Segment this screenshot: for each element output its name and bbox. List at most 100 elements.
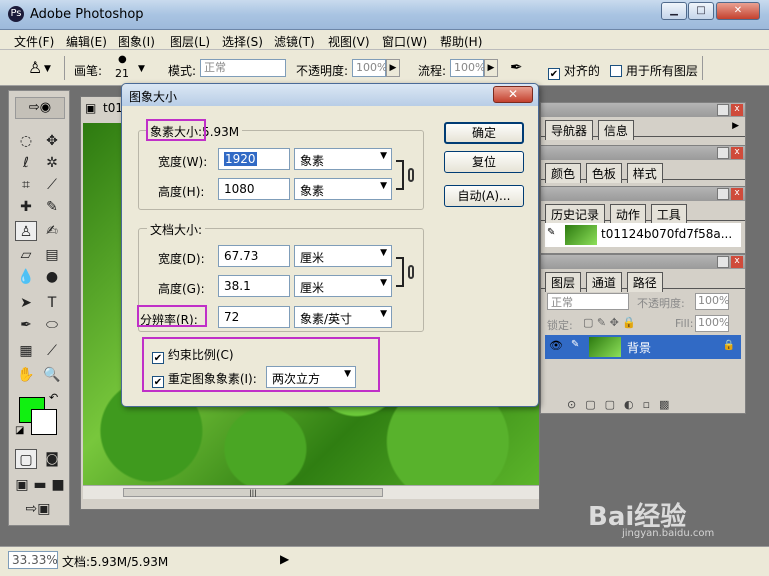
menu-file[interactable]: 文件(F) [14,33,54,50]
tab-actions[interactable]: 动作 [609,204,646,224]
path-selection-tool-icon[interactable]: ➤ [15,293,37,313]
palette-menu-arrow-icon[interactable]: ▶ [732,121,739,131]
width-input[interactable]: 1920 [218,148,290,170]
status-menu-arrow-icon[interactable]: ▶ [280,552,289,566]
jump-to-imageready-icon[interactable]: ⇨▣ [15,499,61,519]
height-unit-select[interactable]: 象素 ▼ [294,178,392,200]
marquee-tool-icon[interactable]: ◌ [15,131,37,151]
menu-image[interactable]: 图象(I) [118,33,155,50]
history-snapshot-row[interactable]: ✎ t01124b070fd7f58a... [545,223,741,247]
airbrush-icon[interactable]: ✒ [510,58,523,76]
menu-window[interactable]: 窗口(W) [382,33,427,50]
menu-layer[interactable]: 图层(L) [170,33,210,50]
clone-stamp-tool-icon[interactable]: ♙ [28,58,42,77]
dialog-close-button[interactable]: ✕ [493,86,533,103]
layer-opacity-input[interactable]: 100% [695,293,729,310]
resolution-input[interactable]: 72 [218,306,290,328]
menu-select[interactable]: 选择(S) [222,33,263,50]
tool-preset-arrow-icon[interactable]: ▼ [44,64,51,74]
blend-mode-select[interactable]: 正常 [547,293,629,310]
notes-tool-icon[interactable]: ▦ [15,341,37,361]
fill-input[interactable]: 100% [695,315,729,332]
palette-minimize-button[interactable] [717,147,729,159]
palette-minimize-button[interactable] [717,188,729,200]
pen-tool-icon[interactable]: ✒ [15,315,37,335]
zoom-level-input[interactable]: 33.33% [8,551,58,569]
brush-picker-arrow-icon[interactable]: ▼ [138,64,145,74]
eyedropper-tool-icon[interactable]: ⟋ [41,341,63,361]
flow-input[interactable]: 100% [450,59,485,77]
standard-mode-icon[interactable]: ▢ [15,449,37,469]
tab-swatches[interactable]: 色板 [585,163,622,183]
ok-button[interactable]: 确定 [444,122,524,144]
menu-edit[interactable]: 编辑(E) [66,33,107,50]
doc-height-input[interactable]: 38.1 [218,275,290,297]
all-layers-option[interactable]: 用于所有图层 [610,62,698,79]
quick-mask-mode-icon[interactable]: ◙ [41,449,63,469]
magic-wand-tool-icon[interactable]: ✲ [41,153,63,173]
history-brush-source-icon[interactable]: ✎ [547,227,555,238]
screen-mode-full-menu-icon[interactable]: ▬ [31,475,49,495]
resample-image-option[interactable]: ✔ 重定图象象素(I): [152,370,257,388]
gradient-tool-icon[interactable]: ▤ [41,245,63,265]
swap-colors-icon[interactable]: ↶ [49,391,58,404]
palette-close-button[interactable]: x [731,188,743,200]
layer-visibility-eye-icon[interactable]: 👁 [549,339,563,352]
reset-button[interactable]: 复位 [444,151,524,173]
palette-close-button[interactable]: x [731,104,743,116]
opacity-slider-arrow-icon[interactable]: ▶ [386,59,400,77]
shape-tool-icon[interactable]: ⬭ [41,315,63,335]
doc-height-unit-select[interactable]: 厘米 ▼ [294,275,392,297]
zoom-tool-icon[interactable]: 🔍 [41,365,63,385]
resample-image-checkbox[interactable]: ✔ [152,376,164,388]
width-unit-select[interactable]: 象素 ▼ [294,148,392,170]
default-colors-icon[interactable]: ◪ [15,425,24,436]
aligned-checkbox[interactable]: ✔ [548,68,560,80]
doc-width-unit-select[interactable]: 厘米 ▼ [294,245,392,267]
palette-close-button[interactable]: x [731,147,743,159]
resample-method-select[interactable]: 两次立方 ▼ [266,366,356,388]
resolution-unit-select[interactable]: 象素/英寸 ▼ [294,306,392,328]
hand-tool-icon[interactable]: ✋ [15,365,37,385]
palette-minimize-button[interactable] [717,104,729,116]
aligned-option[interactable]: ✔ 对齐的 [548,62,600,80]
screen-mode-full-icon[interactable]: ■ [49,475,67,495]
mode-select[interactable]: 正常 [200,59,286,77]
close-button[interactable]: ✕ [716,2,760,20]
photoshop-logo-icon[interactable]: ⇨◉ [15,97,65,119]
flow-slider-arrow-icon[interactable]: ▶ [484,59,498,77]
eraser-tool-icon[interactable]: ▱ [15,245,37,265]
crop-tool-icon[interactable]: ⌗ [15,175,37,195]
menu-filter[interactable]: 滤镜(T) [274,33,315,50]
menu-view[interactable]: 视图(V) [328,33,370,50]
type-tool-icon[interactable]: T [41,293,63,313]
menu-help[interactable]: 帮助(H) [440,33,482,50]
layer-actions-icons[interactable]: ⊙▢▢◐▫▩ [567,398,678,411]
background-color-swatch[interactable] [31,409,57,435]
scroll-thumb[interactable]: ||| [123,488,383,497]
opacity-input[interactable]: 100% [352,59,387,77]
tab-styles[interactable]: 样式 [626,163,663,183]
tab-info[interactable]: 信息 [597,120,634,140]
lasso-tool-icon[interactable]: ℓ [15,153,37,173]
minimize-button[interactable]: ▁ [661,2,687,20]
palette-close-button[interactable]: x [731,256,743,268]
healing-brush-tool-icon[interactable]: ✚ [15,197,37,217]
layer-row-background[interactable]: 👁 ✎ 背景 🔒 [545,335,741,359]
constrain-proportions-checkbox[interactable]: ✔ [152,352,164,364]
tab-navigator[interactable]: 导航器 [545,120,594,140]
auto-button[interactable]: 自动(A)... [444,185,524,207]
height-input[interactable]: 1080 [218,178,290,200]
doc-width-input[interactable]: 67.73 [218,245,290,267]
all-layers-checkbox[interactable] [610,65,622,77]
constrain-proportions-option[interactable]: ✔ 约束比例(C) [152,346,234,364]
brush-tool-icon[interactable]: ✎ [41,197,63,217]
screen-mode-standard-icon[interactable]: ▣ [13,475,31,495]
history-brush-tool-icon[interactable]: ✍ [41,221,63,241]
lock-icons[interactable]: ▢ ✎ ✥ 🔒 [583,316,636,329]
palette-minimize-button[interactable] [717,256,729,268]
move-tool-icon[interactable]: ✥ [41,131,63,151]
tab-color[interactable]: 颜色 [545,163,582,183]
maximize-button[interactable]: □ [688,2,714,20]
tab-tools[interactable]: 工具 [650,204,687,224]
